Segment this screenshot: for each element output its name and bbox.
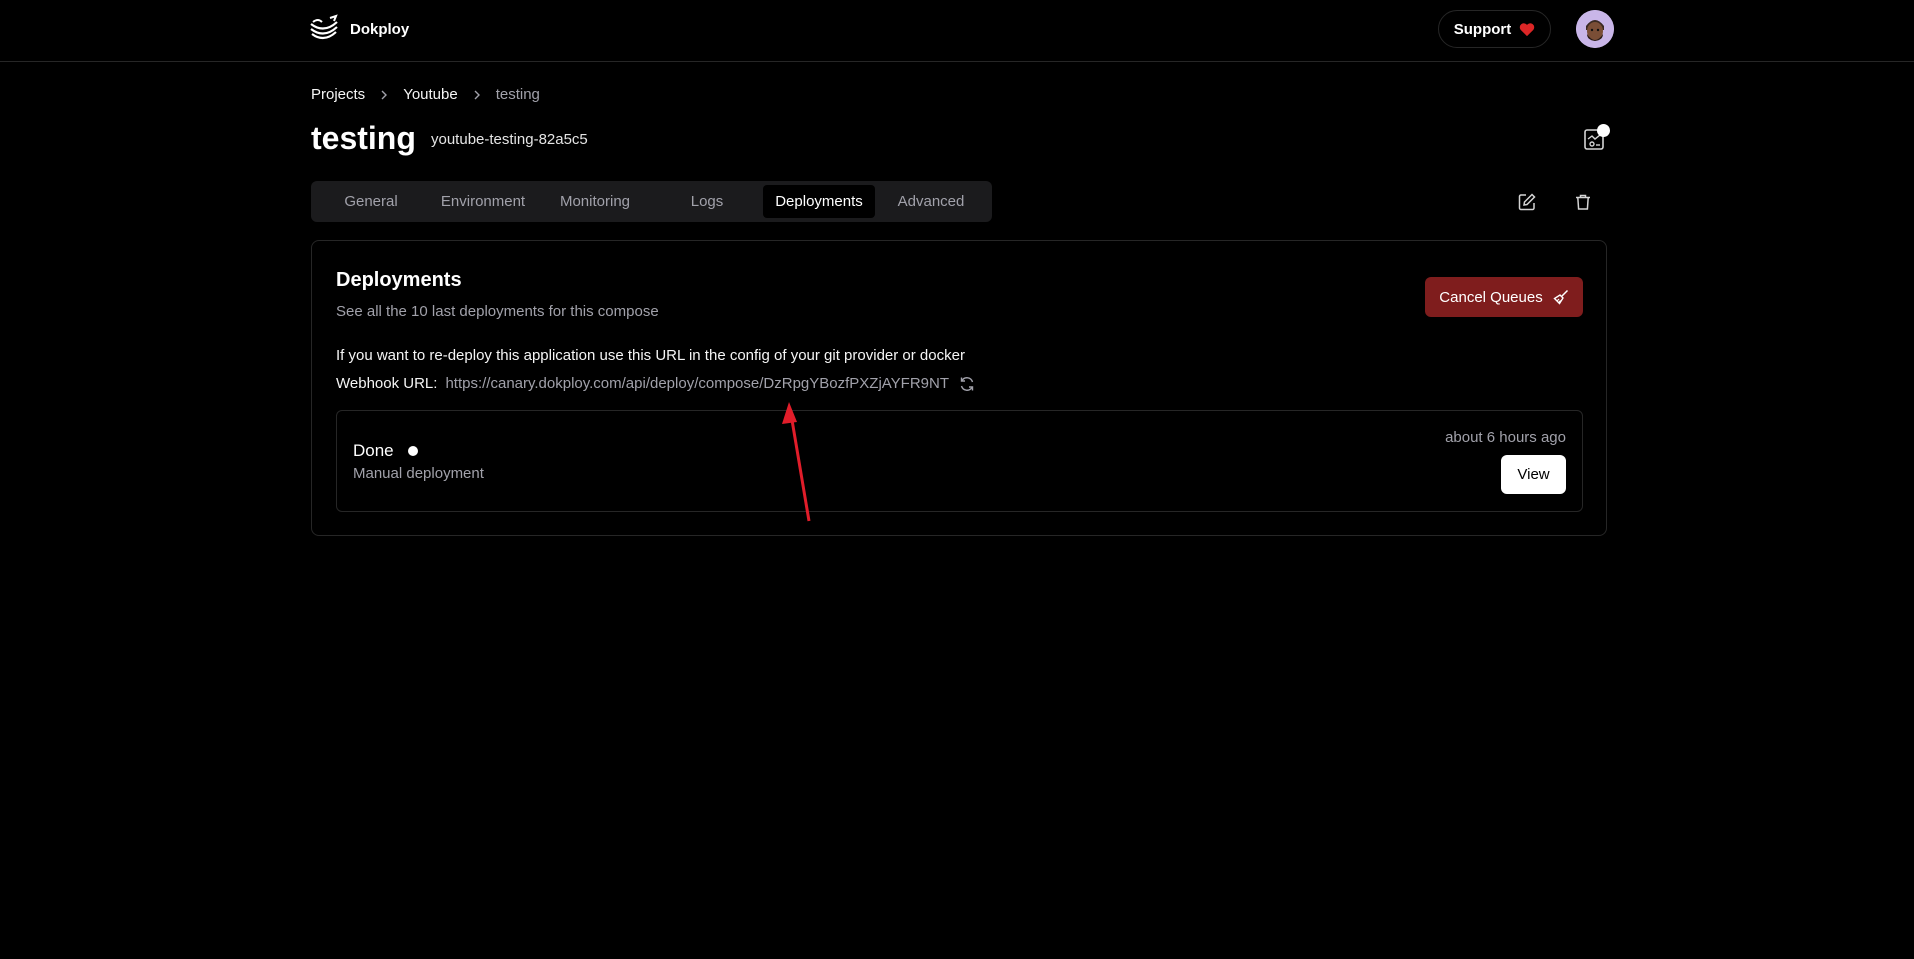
tab-advanced[interactable]: Advanced: [875, 185, 987, 218]
breadcrumb-project[interactable]: Youtube: [403, 86, 458, 103]
app-name: youtube-testing-82a5c5: [431, 131, 588, 148]
tab-list: General Environment Monitoring Logs Depl…: [311, 181, 992, 222]
breadcrumb-projects[interactable]: Projects: [311, 86, 365, 103]
notification-dot: [1597, 124, 1610, 137]
brand-link[interactable]: Dokploy: [308, 14, 409, 44]
top-navbar: Dokploy Support: [0, 0, 1914, 62]
tab-monitoring[interactable]: Monitoring: [539, 185, 651, 218]
edit-icon[interactable]: [1518, 193, 1536, 211]
dokploy-logo-icon: [310, 14, 338, 40]
cancel-queues-label: Cancel Queues: [1439, 288, 1543, 306]
brand-name: Dokploy: [350, 20, 410, 38]
tab-deployments[interactable]: Deployments: [763, 185, 875, 218]
deployments-card: Deployments See all the 10 last deployme…: [311, 240, 1607, 536]
webhook-url[interactable]: https://canary.dokploy.com/api/deploy/co…: [445, 375, 949, 392]
status-dot: [407, 446, 418, 456]
deployment-status-label: Done: [353, 441, 394, 460]
deployment-item: Done Manual deployment about 6 hours ago…: [336, 410, 1583, 512]
heart-icon: [1520, 22, 1535, 36]
deployment-time: about 6 hours ago: [1445, 429, 1566, 446]
support-label: Support: [1453, 20, 1512, 38]
card-title: Deployments: [336, 269, 462, 291]
user-avatar[interactable]: [1576, 10, 1614, 48]
cancel-queues-button[interactable]: Cancel Queues: [1425, 277, 1583, 317]
webhook-row: Webhook URL: https://canary.dokploy.com/…: [336, 375, 975, 392]
breadcrumb-current: testing: [495, 86, 540, 103]
chevron-right-icon: [381, 90, 388, 99]
deployment-status: Done: [353, 441, 418, 461]
webhook-label: Webhook URL:: [336, 375, 438, 392]
deployment-type: Manual deployment: [353, 465, 484, 482]
view-deployment-button[interactable]: View: [1501, 455, 1566, 494]
avatar-icon: [1576, 10, 1614, 48]
page-title: testing: [311, 120, 416, 156]
refresh-icon[interactable]: [959, 376, 975, 392]
support-button[interactable]: Support: [1438, 10, 1551, 48]
breadcrumb: Projects Youtube testing: [311, 86, 540, 103]
broom-icon: [1553, 289, 1568, 305]
chevron-right-icon: [474, 90, 480, 99]
tab-logs[interactable]: Logs: [651, 185, 763, 218]
tab-general[interactable]: General: [315, 185, 427, 218]
card-description: See all the 10 last deployments for this…: [336, 303, 659, 320]
tab-environment[interactable]: Environment: [427, 185, 539, 218]
redeploy-info-text: If you want to re-deploy this applicatio…: [336, 347, 965, 364]
trash-icon[interactable]: [1574, 193, 1592, 211]
